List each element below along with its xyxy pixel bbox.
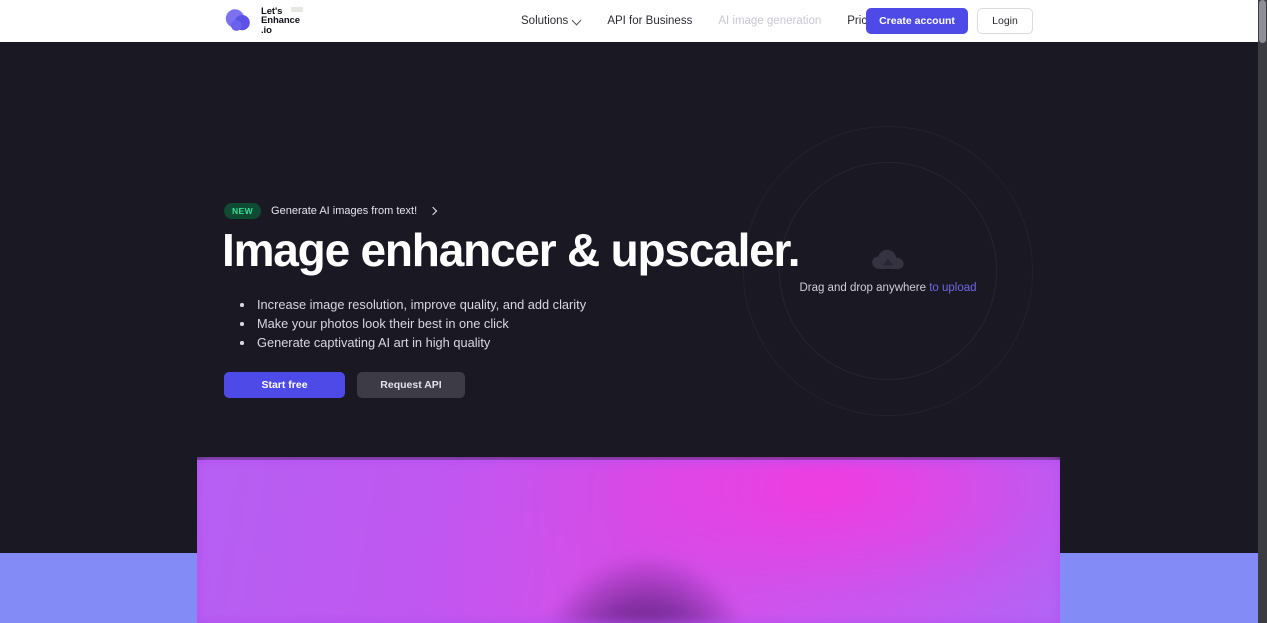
logo[interactable]: Let's Enhance .io	[224, 4, 303, 38]
logo-wordmark: Let's Enhance .io	[261, 6, 303, 36]
scrollbar-track[interactable]	[1258, 0, 1267, 623]
list-item: Increase image resolution, improve quali…	[240, 295, 586, 314]
upload-text-main: Drag and drop anywhere	[799, 282, 927, 294]
lets-enhance-blob-logo-icon	[224, 6, 254, 36]
chevron-right-icon	[429, 207, 437, 215]
chevron-down-icon	[573, 17, 581, 25]
nav-item-solutions[interactable]: Solutions	[508, 0, 594, 42]
status-badge-new: NEW	[224, 203, 262, 219]
nav-label-solutions: Solutions	[521, 15, 569, 27]
nav-label-api-for-business: API for Business	[607, 15, 693, 27]
logo-tm-mark	[291, 6, 303, 12]
hero-feature-list: Increase image resolution, improve quali…	[240, 295, 586, 352]
list-item: Make your photos look their best in one …	[240, 314, 586, 333]
cloud-upload-icon	[871, 248, 905, 272]
create-account-button[interactable]: Create account	[866, 8, 968, 34]
login-button[interactable]: Login	[977, 8, 1033, 34]
nav-item-api-for-business[interactable]: API for Business	[594, 0, 705, 42]
page-title: Image enhancer & upscaler.	[222, 224, 800, 276]
cta-button-group: Start free Request API	[224, 372, 465, 398]
upload-instruction-text: Drag and drop anywhere to upload	[799, 282, 976, 294]
nav-label-ai-image-generation: AI image generation	[718, 15, 822, 27]
start-free-button[interactable]: Start free	[224, 372, 345, 398]
logo-line-3: .io	[261, 24, 272, 36]
upload-link-to-upload[interactable]: to upload	[929, 282, 976, 294]
scrollbar-thumb[interactable]	[1259, 0, 1266, 43]
site-header: Let's Enhance .io Solutions API for Busi…	[0, 0, 1258, 42]
list-item: Generate captivating AI art in high qual…	[240, 333, 586, 352]
new-feature-banner[interactable]: NEW Generate AI images from text!	[224, 203, 437, 219]
nav-item-ai-image-generation[interactable]: AI image generation	[705, 0, 834, 42]
page-root: Let's Enhance .io Solutions API for Busi…	[0, 0, 1267, 623]
showcase-blurred-gradient-image	[197, 460, 1060, 623]
request-api-button[interactable]: Request API	[357, 372, 465, 398]
showcase-image-panel	[197, 457, 1060, 623]
new-feature-label: Generate AI images from text!	[271, 205, 418, 217]
